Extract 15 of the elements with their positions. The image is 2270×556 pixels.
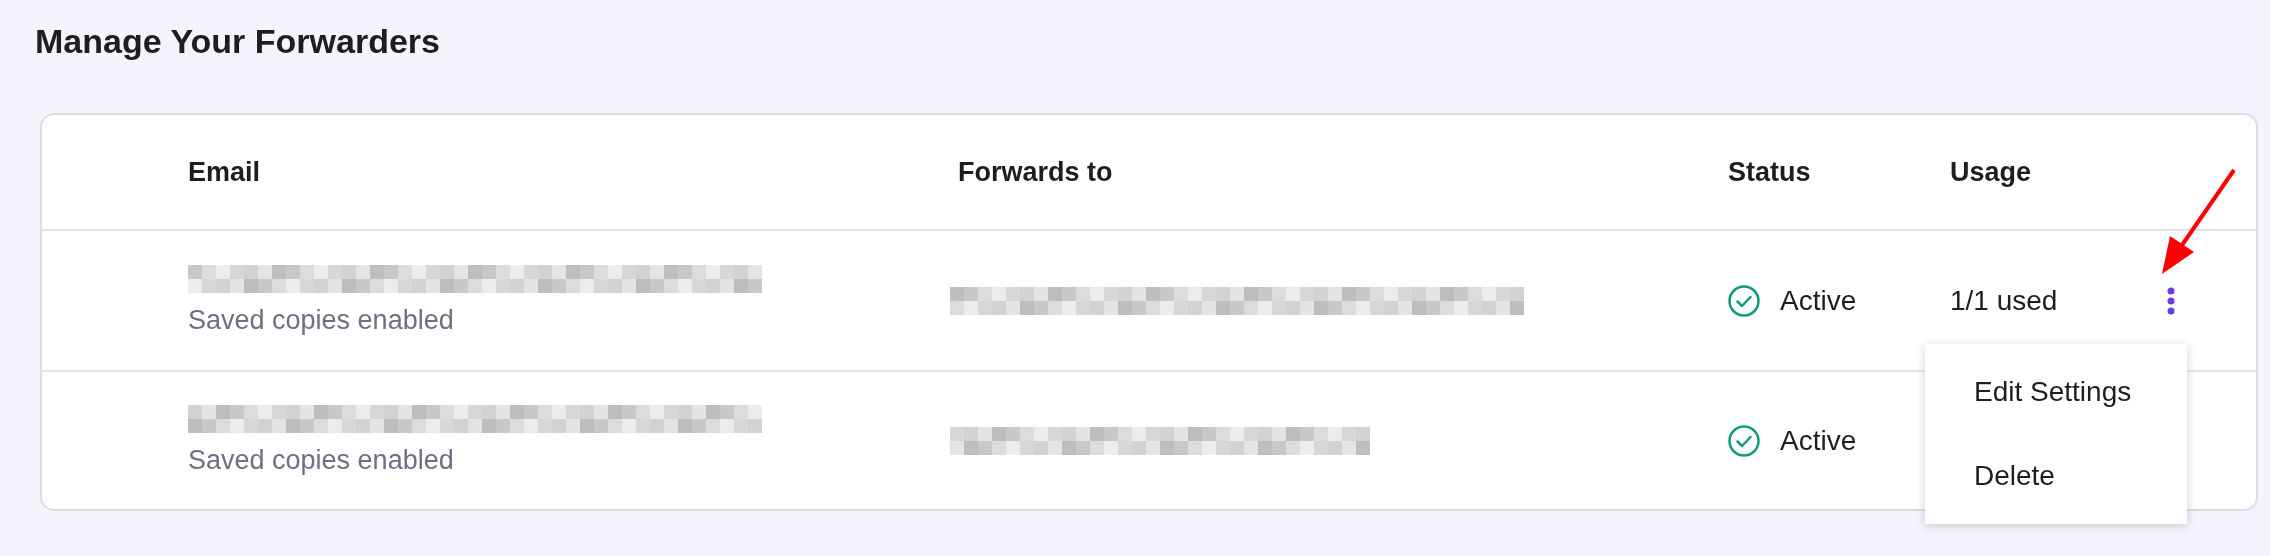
menu-item[interactable]: Edit Settings <box>1925 350 2187 434</box>
page-title: Manage Your Forwarders <box>35 22 441 61</box>
status-label: Active <box>1780 284 1857 317</box>
saved-copies-note: Saved copies enabled <box>188 445 455 476</box>
saved-copies-note: Saved copies enabled <box>188 305 455 336</box>
check-circle-icon <box>1728 284 1760 317</box>
status-label: Active <box>1780 424 1857 457</box>
menu-item[interactable]: Delete <box>1925 434 2187 518</box>
column-header: Forwards to <box>958 156 1114 188</box>
column-header: Usage <box>1950 156 2033 188</box>
column-header: Email <box>188 156 262 188</box>
usage-text: 1/1 used <box>1950 284 2058 316</box>
check-circle-icon <box>1728 424 1760 457</box>
column-header: Status <box>1728 156 1812 188</box>
vertical-dots-icon <box>2166 286 2176 315</box>
